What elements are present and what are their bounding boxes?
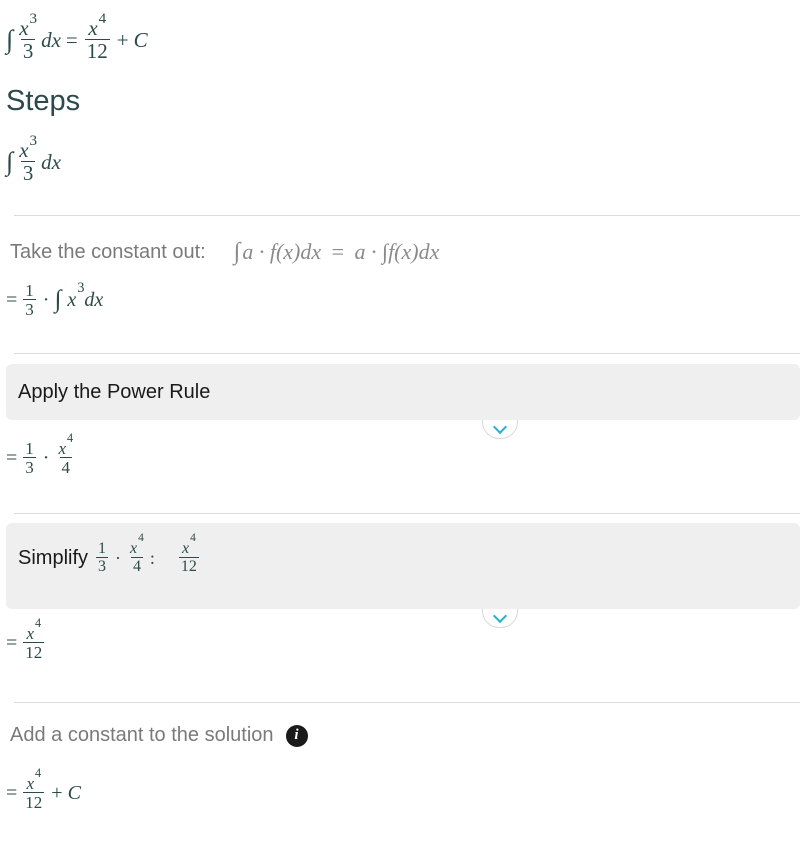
chevron-down-icon [492, 608, 508, 623]
constant-rule: Take the constant out: ∫a · f(x)dx = a ·… [10, 238, 439, 266]
divider [14, 702, 800, 703]
integrand-fraction: x3 3 [19, 11, 38, 64]
simplify-expand-button[interactable] [482, 608, 518, 628]
line-after-constant: = 1 3 · ∫ x3 dx [6, 279, 104, 319]
add-constant-row: Add a constant to the solution i [10, 724, 308, 747]
divider [14, 215, 800, 216]
result-equation: ∫ x3 3 dx = x4 12 + C [6, 11, 148, 64]
steps-heading: Steps [6, 85, 81, 117]
line-after-simplify: = x4 12 [6, 616, 45, 662]
power-rule-expand-button[interactable] [482, 419, 518, 439]
integral-sign: ∫ [6, 25, 14, 55]
answer-fraction: x4 12 [84, 11, 110, 64]
power-rule-title: Apply the Power Rule [18, 381, 211, 403]
constant-rule-formula: ∫a · f(x)dx = a · ∫f(x)dx [233, 238, 440, 265]
simplify-title: Simplify 1 3 · x4 4 : x4 12 [18, 532, 199, 575]
divider [14, 513, 800, 514]
line-after-power: = 1 3 · x4 4 [6, 431, 74, 477]
constant-rule-label: Take the constant out: [10, 240, 206, 263]
step-start: ∫ x3 3 dx [6, 133, 61, 186]
chevron-down-icon [492, 419, 508, 434]
simplify-panel[interactable]: Simplify 1 3 · x4 4 : x4 12 [6, 523, 800, 609]
info-icon[interactable]: i [285, 724, 308, 747]
power-rule-panel[interactable]: Apply the Power Rule [6, 364, 800, 420]
final-answer: = x4 12 + C [6, 766, 81, 812]
divider [14, 353, 800, 354]
add-constant-label: Add a constant to the solution [10, 724, 274, 746]
